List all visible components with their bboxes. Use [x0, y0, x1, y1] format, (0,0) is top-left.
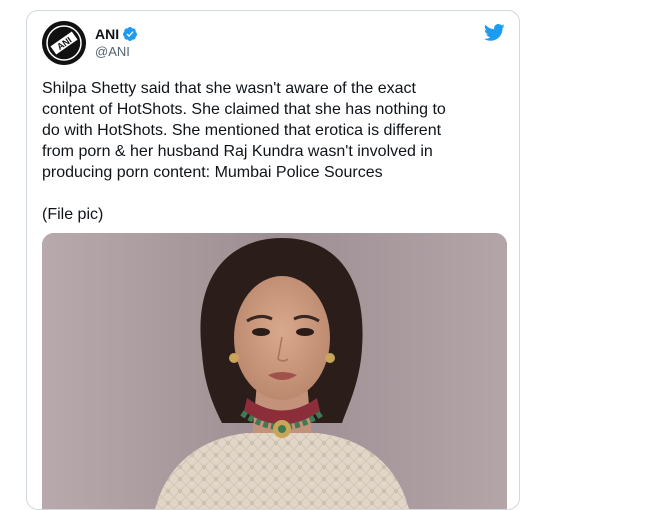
verified-badge-icon	[122, 26, 138, 42]
tweet-photo[interactable]	[42, 233, 507, 509]
tweet-card[interactable]: ANI ANI @ANI Shilpa Shetty said that she…	[26, 10, 520, 510]
author-name[interactable]: ANI	[95, 25, 119, 43]
twitter-bird-icon[interactable]	[483, 23, 505, 43]
author-handle[interactable]: @ANI	[95, 44, 130, 60]
ani-logo-icon: ANI	[42, 21, 86, 65]
avatar[interactable]: ANI	[42, 21, 86, 65]
author-name-row: ANI	[95, 25, 138, 43]
tweet-text: Shilpa Shetty said that she wasn't aware…	[42, 80, 446, 223]
